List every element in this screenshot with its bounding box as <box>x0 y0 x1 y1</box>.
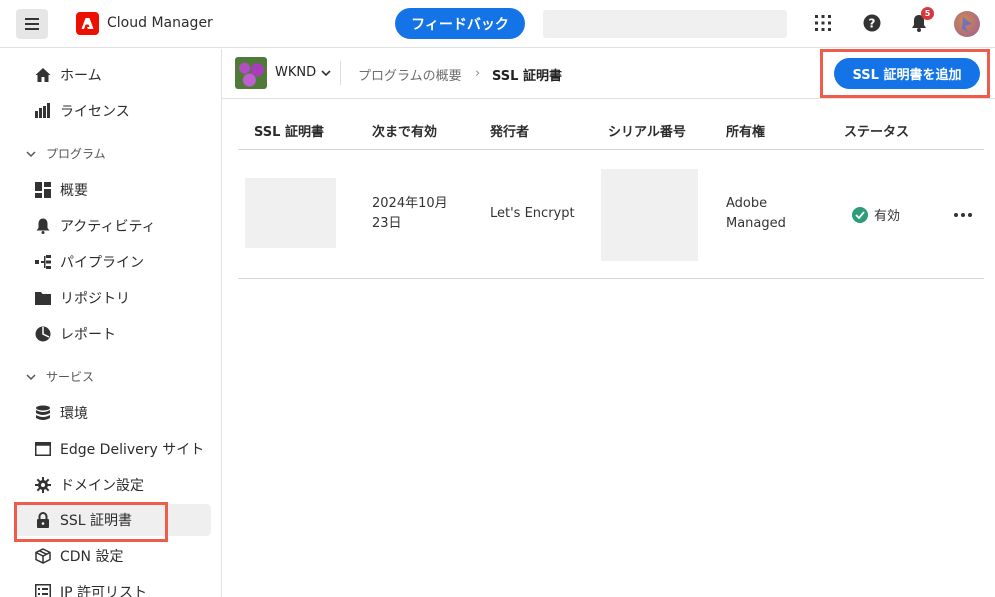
column-header[interactable]: シリアル番号 <box>608 121 686 140</box>
menu-icon[interactable] <box>16 9 48 39</box>
more-actions-icon[interactable] <box>952 205 974 225</box>
sidebar-item-label: アクティビティ <box>60 219 156 235</box>
column-header[interactable]: 発行者 <box>490 121 529 140</box>
highlight-ssl-nav <box>14 502 168 542</box>
program-name: WKND <box>275 65 317 80</box>
app-title: Cloud Manager <box>107 15 213 31</box>
sidebar-item-domain-settings[interactable]: ドメイン設定 <box>14 469 211 501</box>
cube-icon <box>34 547 52 565</box>
section-label: プログラム <box>46 147 106 161</box>
divider <box>340 61 341 85</box>
sidebar-item-overview[interactable]: 概要 <box>14 174 211 206</box>
table-row[interactable]: 2024年10月 23日 Let's Encrypt Adobe Managed… <box>238 151 984 279</box>
check-circle-icon <box>852 206 868 223</box>
status-label: 有効 <box>874 209 901 224</box>
dashboard-icon <box>34 181 52 199</box>
section-services[interactable]: サービス <box>26 368 94 385</box>
sidebar-item-environments[interactable]: 環境 <box>14 397 211 429</box>
sidebar-item-label: ライセンス <box>60 104 130 120</box>
section-program[interactable]: プログラム <box>26 145 106 162</box>
sidebar-item-edge-delivery[interactable]: Edge Delivery サイト <box>14 433 211 465</box>
sidebar-item-label: Edge Delivery サイト <box>60 442 205 458</box>
adobe-logo-icon <box>76 12 99 35</box>
sidebar-item-label: レポート <box>60 327 116 343</box>
chevron-down-icon <box>26 373 36 380</box>
notification-bell-icon[interactable]: 5 <box>908 7 934 34</box>
issuer-cell: Let's Encrypt <box>490 206 575 221</box>
sidebar-item-ip-allowlist[interactable]: IP 許可リスト <box>14 576 211 597</box>
sidebar-item-license[interactable]: ライセンス <box>14 95 211 127</box>
sidebar-item-label: ホーム <box>60 68 102 84</box>
window-icon <box>34 440 52 458</box>
sidebar-item-home[interactable]: ホーム <box>14 59 211 91</box>
serial-number-redacted <box>601 169 698 261</box>
sidebar-item-label: 環境 <box>60 406 88 422</box>
table-header: SSL 証明書 次まで有効 発行者 シリアル番号 所有権 ステータス <box>238 110 984 150</box>
sidebar-item-repository[interactable]: リポジトリ <box>14 282 211 314</box>
highlight-add-button <box>820 49 990 98</box>
folder-icon <box>34 289 52 307</box>
top-header: Cloud Manager フィードバック ? 5 <box>0 0 995 48</box>
breadcrumb-current: SSL 証明書 <box>492 69 562 84</box>
sidebar-item-cdn-settings[interactable]: CDN 設定 <box>14 540 211 572</box>
help-icon[interactable]: ? <box>861 12 883 34</box>
sidebar-item-label: パイプライン <box>60 255 144 271</box>
sidebar-item-label: 概要 <box>60 183 88 199</box>
chevron-down-icon <box>321 69 331 76</box>
section-label: サービス <box>46 370 95 384</box>
column-header[interactable]: 次まで有効 <box>372 121 437 140</box>
svg-text:?: ? <box>869 17 876 31</box>
program-thumbnail <box>235 57 267 89</box>
status-badge: 有効 <box>852 205 900 224</box>
apps-grid-icon[interactable] <box>812 12 834 34</box>
program-switcher[interactable]: WKND <box>275 65 331 80</box>
ownership-cell: Adobe Managed <box>726 196 786 231</box>
notification-badge: 5 <box>921 7 934 20</box>
bell-icon <box>34 217 52 235</box>
certificate-name-redacted <box>245 178 336 248</box>
valid-until-cell: 2024年10月 23日 <box>372 196 448 231</box>
report-icon <box>34 325 52 343</box>
sidebar-item-label: リポジトリ <box>60 291 130 307</box>
sidebar-item-label: CDN 設定 <box>60 549 124 565</box>
search-input[interactable] <box>543 10 787 38</box>
feedback-button[interactable]: フィードバック <box>395 8 525 39</box>
breadcrumb-separator: › <box>475 66 481 81</box>
column-header[interactable]: 所有権 <box>726 121 765 140</box>
home-icon <box>34 66 52 84</box>
pipeline-icon <box>34 253 52 271</box>
sidebar-item-label: ドメイン設定 <box>60 478 144 494</box>
database-icon <box>34 404 52 422</box>
license-icon <box>34 102 52 120</box>
sidebar-item-report[interactable]: レポート <box>14 318 211 350</box>
chevron-down-icon <box>26 150 36 157</box>
column-header[interactable]: SSL 証明書 <box>254 121 324 140</box>
sidebar-item-activity[interactable]: アクティビティ <box>14 210 211 242</box>
gear-icon <box>34 476 52 494</box>
column-header[interactable]: ステータス <box>844 121 909 140</box>
sidebar-item-pipeline[interactable]: パイプライン <box>14 246 211 278</box>
breadcrumb-parent[interactable]: プログラムの概要 <box>358 65 462 84</box>
avatar[interactable] <box>954 11 980 37</box>
sidebar-item-label: IP 許可リスト <box>60 585 148 597</box>
list-icon <box>34 583 52 597</box>
